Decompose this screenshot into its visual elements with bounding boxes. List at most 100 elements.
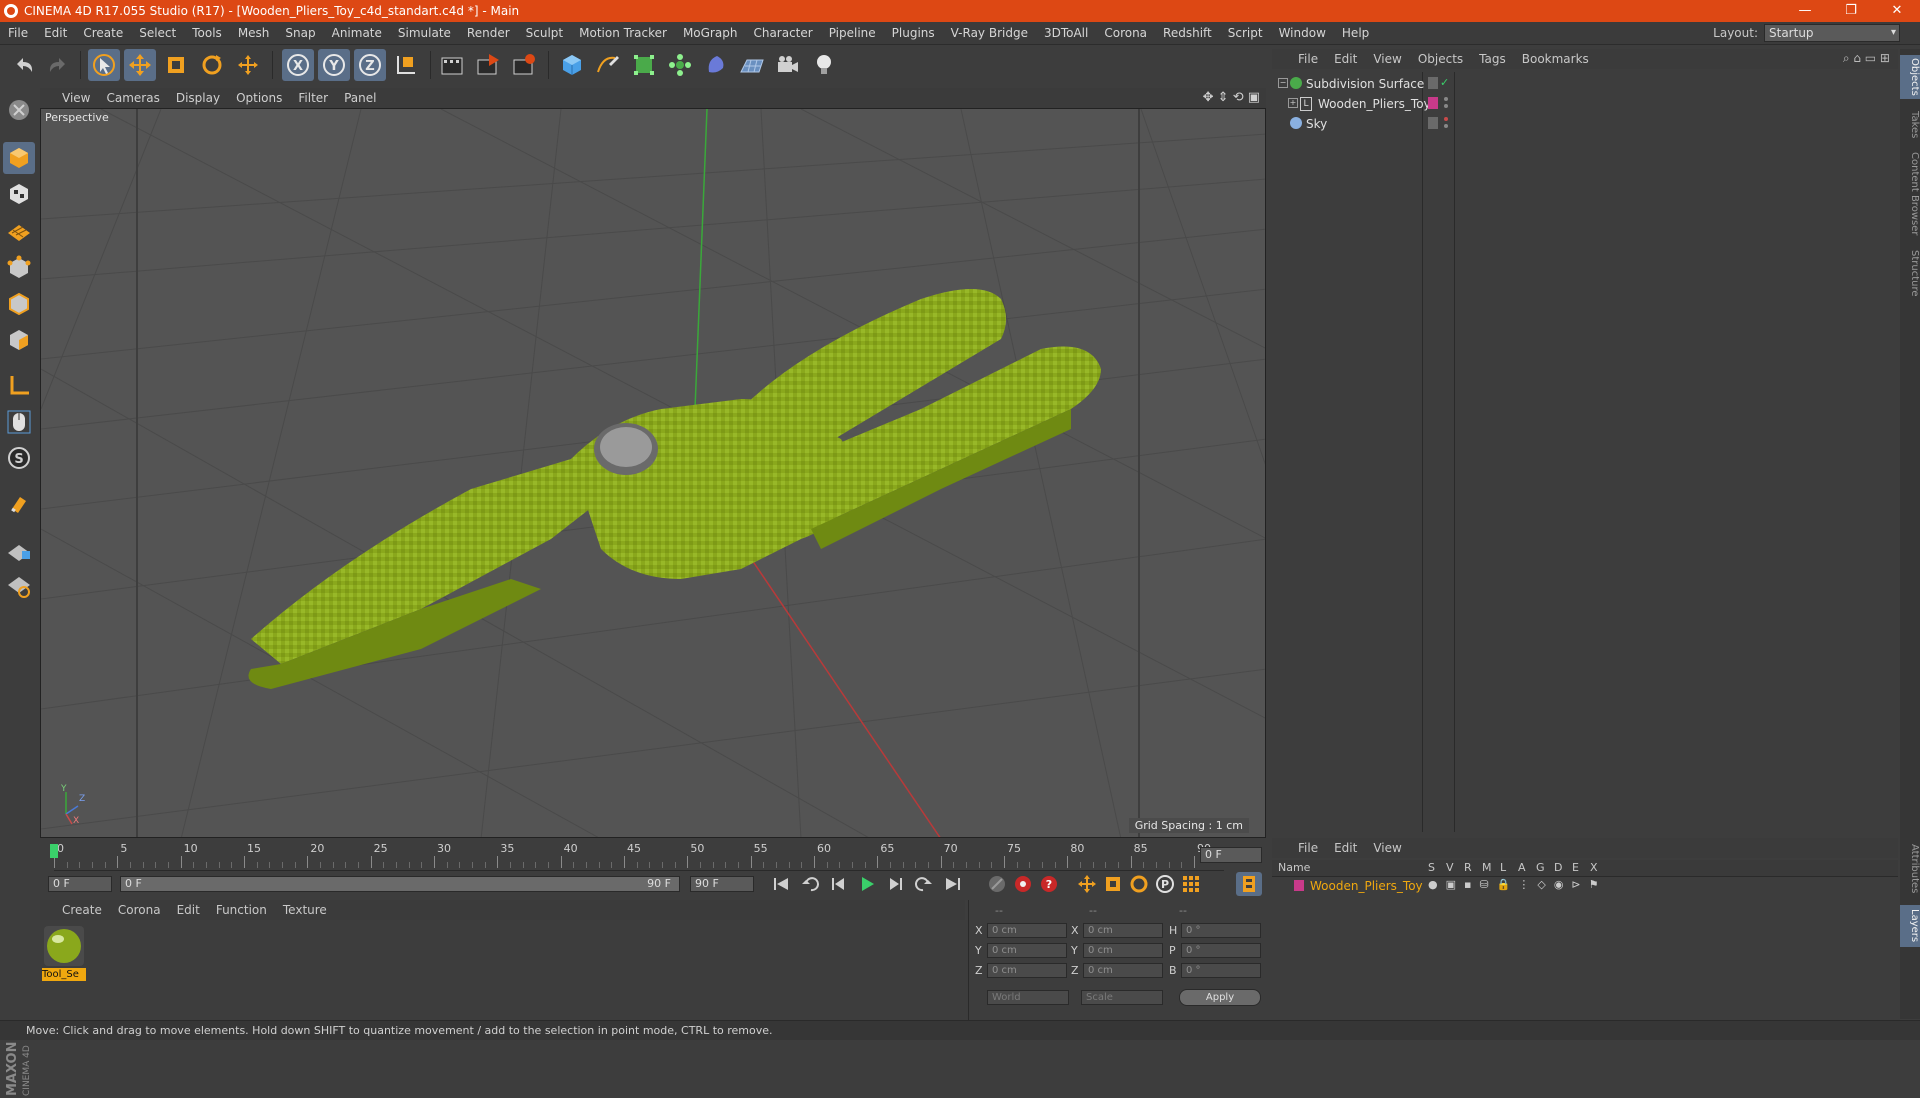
object-menu-bookmarks[interactable]: Bookmarks [1514,52,1597,66]
workplane-lock-icon[interactable] [3,570,35,602]
end-frame-field[interactable]: 90 F [690,876,754,892]
timeline-window-icon[interactable] [1236,872,1262,896]
menu-vray-bridge[interactable]: V-Ray Bridge [943,26,1036,40]
next-frame-icon[interactable] [882,872,908,896]
menu-mesh[interactable]: Mesh [230,26,278,40]
subdivision-surface-icon[interactable] [628,49,660,81]
object-menu-view[interactable]: View [1365,52,1409,66]
snap-icon[interactable]: S [3,442,35,474]
make-editable-icon[interactable] [3,94,35,126]
spline-pen-icon[interactable] [592,49,624,81]
menu-help[interactable]: Help [1334,26,1377,40]
magnet-icon[interactable] [3,488,35,520]
redo-icon[interactable] [42,49,74,81]
transform-tool-icon[interactable] [232,49,264,81]
material-menu-function[interactable]: Function [208,903,275,917]
object-manager-search-icon[interactable]: ⌕ ⌂ ▭ ⊞ [1843,51,1890,66]
texture-mode-icon[interactable] [3,178,35,210]
coord-rot-h-field[interactable]: 0 ° [1181,923,1261,938]
object-menu-file[interactable]: File [1290,52,1326,66]
material-menu-corona[interactable]: Corona [110,903,169,917]
menu-motion-tracker[interactable]: Motion Tracker [571,26,675,40]
object-menu-objects[interactable]: Objects [1410,52,1471,66]
material-menu-create[interactable]: Create [54,903,110,917]
layer-menu-file[interactable]: File [1290,841,1326,855]
tweak-mode-icon[interactable] [3,406,35,438]
light-icon[interactable] [808,49,840,81]
go-to-end-icon[interactable] [940,872,966,896]
key-pla-icon[interactable] [1178,872,1204,896]
next-keyframe-icon[interactable] [910,872,936,896]
previous-frame-icon[interactable] [826,872,852,896]
render-settings-icon[interactable] [508,49,540,81]
render-view-icon[interactable] [436,49,468,81]
coord-rot-p-field[interactable]: 0 ° [1181,943,1261,958]
tab-layers[interactable]: Layers [1900,905,1920,947]
go-to-start-icon[interactable] [768,872,794,896]
object-row[interactable]: + L Wooden_Pliers_Toy [1272,94,1898,114]
object-menu-tags[interactable]: Tags [1471,52,1514,66]
perspective-viewport[interactable]: Perspective Y Z X Grid Spacing : 1 cm [40,108,1266,838]
menu-plugins[interactable]: Plugins [884,26,943,40]
menu-render[interactable]: Render [459,26,518,40]
y-axis-lock-icon[interactable]: Y [318,49,350,81]
frame-range-slider[interactable]: 0 F 90 F [120,876,680,892]
key-rotation-icon[interactable] [1126,872,1152,896]
menu-character[interactable]: Character [745,26,820,40]
tab-objects[interactable]: Objects [1900,55,1920,99]
menu-redshift[interactable]: Redshift [1155,26,1220,40]
close-button[interactable]: ✕ [1874,0,1920,22]
object-row[interactable]: Sky [1272,114,1898,134]
render-picture-viewer-icon[interactable] [472,49,504,81]
coord-size-z-field[interactable]: 0 cm [1083,963,1163,978]
scale-tool-icon[interactable] [160,49,192,81]
menu-animate[interactable]: Animate [324,26,390,40]
apply-button[interactable]: Apply [1179,989,1261,1006]
previous-keyframe-icon[interactable] [798,872,824,896]
x-axis-lock-icon[interactable]: X [282,49,314,81]
key-parameter-icon[interactable]: P [1152,872,1178,896]
menu-window[interactable]: Window [1271,26,1334,40]
play-icon[interactable] [854,872,880,896]
maximize-button[interactable]: ❐ [1828,0,1874,22]
edges-mode-icon[interactable] [3,288,35,320]
key-scale-icon[interactable] [1100,872,1126,896]
tab-content-browser[interactable]: Content Browser [1900,149,1920,239]
material-menu-edit[interactable]: Edit [169,903,208,917]
record-active-keys-icon[interactable] [1010,872,1036,896]
viewport-menu-display[interactable]: Display [168,91,228,105]
layer-color-swatch[interactable] [1294,880,1304,891]
layer-flag-icons[interactable]: ●▣▪⛁🔒⋮◇◉⊳⚑ [1428,878,1607,891]
coordinate-mode-select[interactable]: World [987,990,1069,1005]
deformer-icon[interactable] [700,49,732,81]
menu-edit[interactable]: Edit [36,26,75,40]
cloner-icon[interactable] [664,49,696,81]
menu-3dtoall[interactable]: 3DToAll [1036,26,1096,40]
coord-rot-b-field[interactable]: 0 ° [1181,963,1261,978]
select-arrow-icon[interactable] [88,49,120,81]
camera-icon[interactable] [772,49,804,81]
enable-snapping-icon[interactable] [3,534,35,566]
polygons-mode-icon[interactable] [3,324,35,356]
z-axis-lock-icon[interactable]: Z [354,49,386,81]
menu-tools[interactable]: Tools [184,26,230,40]
material-name[interactable]: Tool_Se [42,968,86,981]
coord-size-y-field[interactable]: 0 cm [1083,943,1163,958]
menu-pipeline[interactable]: Pipeline [821,26,884,40]
tab-takes[interactable]: Takes [1900,105,1920,145]
menu-file[interactable]: File [0,26,36,40]
layer-menu-edit[interactable]: Edit [1326,841,1365,855]
coord-pos-x-field[interactable]: 0 cm [987,923,1067,938]
rotate-tool-icon[interactable] [196,49,228,81]
menu-select[interactable]: Select [131,26,184,40]
cube-primitive-icon[interactable] [556,49,588,81]
viewport-menu-filter[interactable]: Filter [290,91,336,105]
tab-attributes[interactable]: Attributes [1900,839,1920,899]
coord-pos-z-field[interactable]: 0 cm [987,963,1067,978]
viewport-menu-view[interactable]: View [54,91,98,105]
object-row[interactable]: − Subdivision Surface ✓ [1272,74,1898,94]
key-position-icon[interactable] [1074,872,1100,896]
viewport-nav-icons[interactable]: ✥ ⇕ ⟲ ▣ [1203,90,1260,105]
timeline-ruler[interactable]: 051015202530354045505560657075808590 0 F [40,840,1266,871]
undo-icon[interactable] [8,49,40,81]
